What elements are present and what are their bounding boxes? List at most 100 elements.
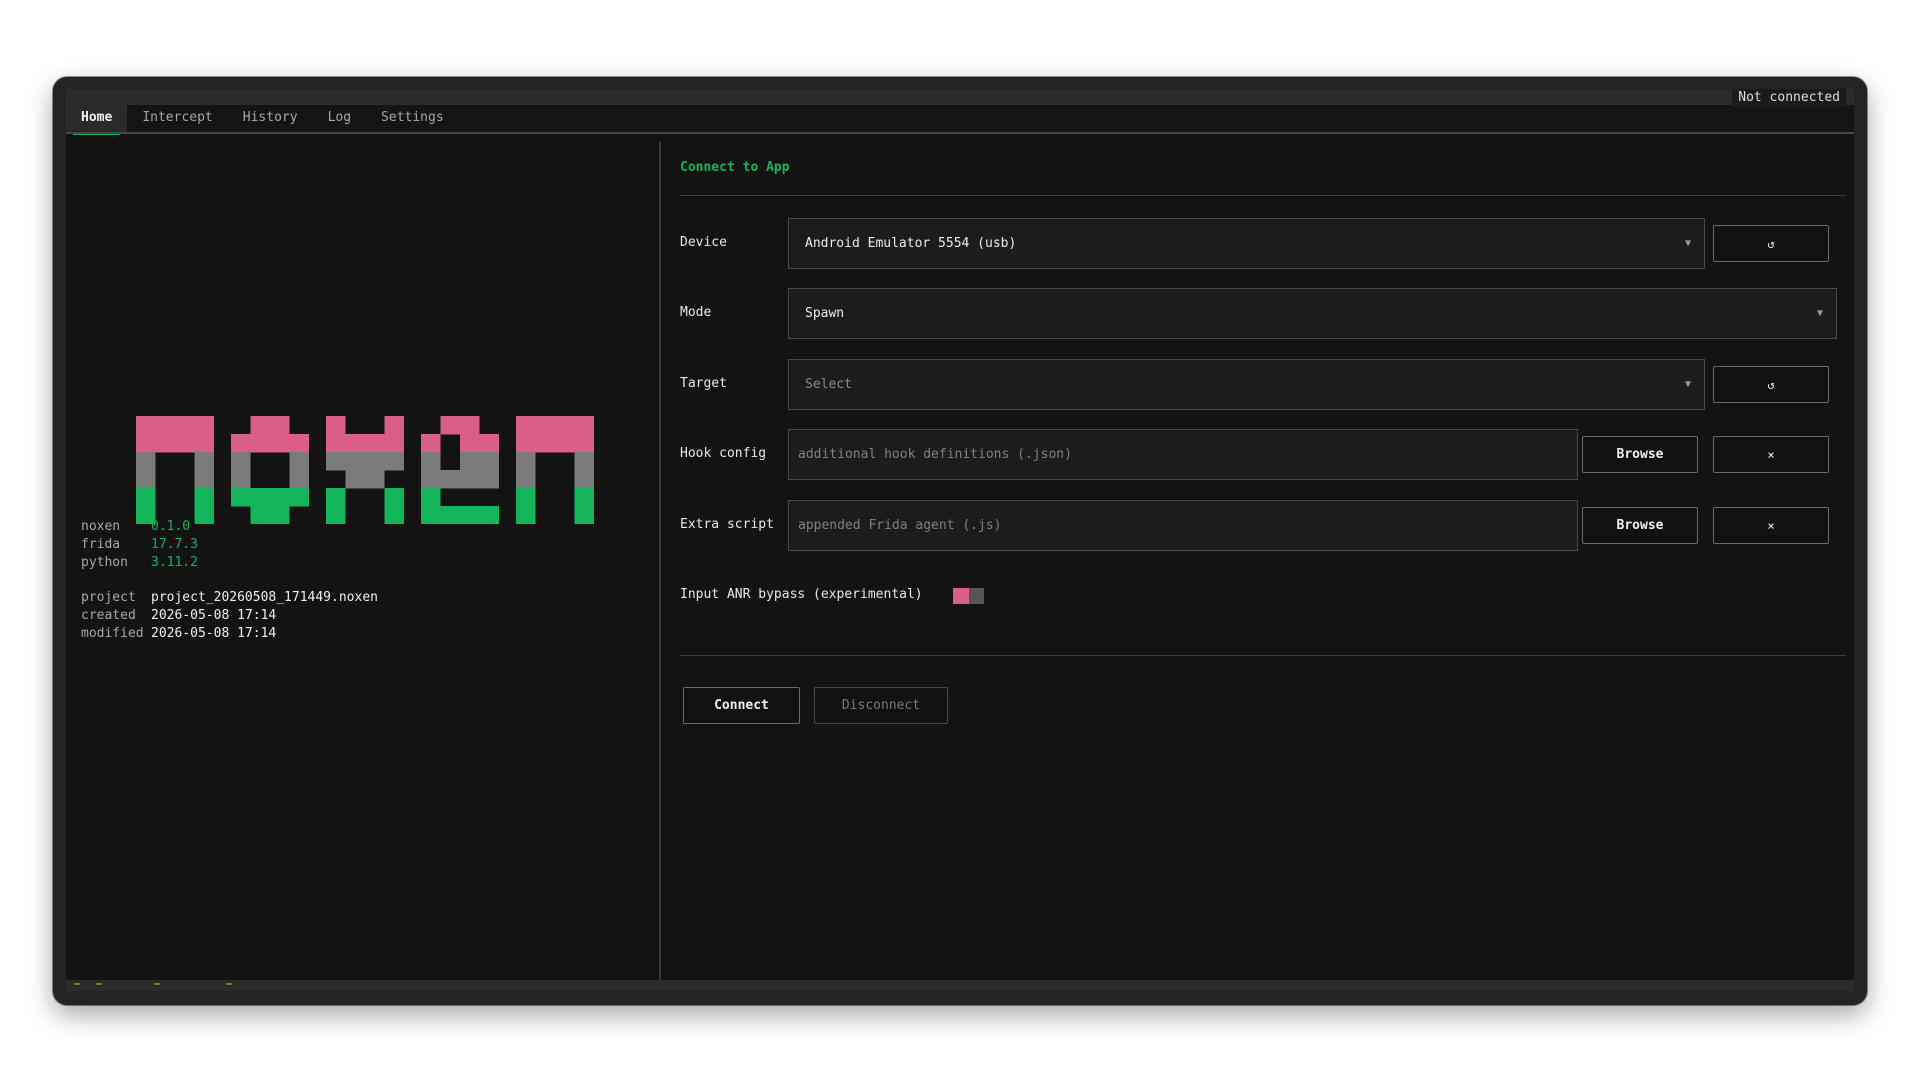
logo-pixel bbox=[384, 488, 404, 507]
logo-pixel bbox=[574, 452, 594, 471]
home-info-pane: noxen 0.1.0 frida 17.7.3 python 3.11.2 p… bbox=[66, 134, 659, 980]
info-key: created bbox=[81, 608, 136, 623]
chevron-down-icon: ▼ bbox=[1684, 238, 1691, 249]
logo-pixel bbox=[326, 416, 346, 435]
info-row-frida: frida 17.7.3 bbox=[81, 536, 378, 554]
logo-pixel bbox=[516, 416, 594, 435]
extra-script-browse-button[interactable]: Browse bbox=[1582, 507, 1698, 544]
extra-script-input[interactable] bbox=[788, 500, 1578, 551]
logo-pixel bbox=[574, 488, 594, 507]
logo-pixel bbox=[421, 488, 441, 507]
tab-log[interactable]: Log bbox=[313, 105, 366, 133]
target-value: Select bbox=[805, 377, 852, 392]
logo-pixel bbox=[136, 434, 214, 453]
logo-pixel bbox=[516, 506, 536, 524]
logo-pixel bbox=[345, 470, 385, 489]
connect-button[interactable]: Connect bbox=[683, 687, 800, 724]
logo-pixel bbox=[326, 452, 346, 471]
device-label: Device bbox=[680, 235, 727, 250]
disconnect-button[interactable]: Disconnect bbox=[814, 687, 948, 724]
logo-pixel bbox=[194, 488, 214, 507]
info-value: 2026-05-08 17:14 bbox=[151, 608, 277, 623]
logo-pixel bbox=[574, 506, 594, 524]
info-row-created: created 2026-05-08 17:14 bbox=[81, 607, 378, 625]
logo-pixel bbox=[289, 470, 309, 489]
hook-config-label: Hook config bbox=[680, 446, 767, 461]
mode-value: Spawn bbox=[805, 306, 845, 321]
title-strip bbox=[66, 89, 1854, 105]
chevron-down-icon: ▼ bbox=[1684, 379, 1691, 390]
logo-pixel bbox=[516, 488, 536, 507]
info-key: frida bbox=[81, 537, 121, 552]
info-value: 3.11.2 bbox=[151, 555, 198, 570]
info-value: 0.1.0 bbox=[151, 519, 191, 534]
info-row-modified: modified 2026-05-08 17:14 bbox=[81, 625, 378, 643]
logo-pixel bbox=[516, 470, 536, 489]
hook-config-input[interactable] bbox=[788, 429, 1578, 480]
app-window: Not connected Home Intercept History Log… bbox=[53, 77, 1867, 1005]
refresh-targets-button[interactable]: ↺ bbox=[1713, 366, 1829, 403]
logo-pixel bbox=[136, 416, 214, 435]
logo-pixel bbox=[194, 470, 214, 489]
actions-rule bbox=[680, 655, 1846, 656]
logo-pixel bbox=[194, 452, 214, 471]
info-key: modified bbox=[81, 626, 144, 641]
logo-pixel bbox=[136, 488, 156, 507]
logo-pixel bbox=[326, 488, 346, 507]
info-row-project: project project_20260508_171449.noxen bbox=[81, 589, 378, 607]
tab-history[interactable]: History bbox=[228, 105, 313, 133]
target-select[interactable]: Select ▼ bbox=[788, 359, 1705, 410]
anr-bypass-toggle[interactable] bbox=[953, 588, 984, 604]
mode-select[interactable]: Spawn ▼ bbox=[788, 288, 1837, 339]
logo-pixel bbox=[479, 434, 499, 453]
toggle-knob bbox=[953, 588, 969, 604]
connect-pane: Connect to App Device Android Emulator 5… bbox=[661, 134, 1854, 980]
logo-pixel bbox=[460, 434, 480, 453]
refresh-icon: ↺ bbox=[1767, 377, 1775, 392]
device-select[interactable]: Android Emulator 5554 (usb) ▼ bbox=[788, 218, 1705, 269]
logo-pixel bbox=[516, 452, 536, 471]
tab-intercept[interactable]: Intercept bbox=[127, 105, 227, 133]
logo-pixel bbox=[384, 416, 404, 435]
logo-pixel bbox=[479, 452, 499, 471]
logo-pixel bbox=[384, 452, 404, 471]
info-key: project bbox=[81, 590, 136, 605]
logo-pixel bbox=[250, 416, 290, 435]
tab-home[interactable]: Home bbox=[66, 105, 128, 135]
noxen-logo bbox=[136, 416, 594, 524]
logo-pixel bbox=[516, 434, 594, 453]
info-key: python bbox=[81, 555, 128, 570]
info-value: 17.7.3 bbox=[151, 537, 198, 552]
logo-pixel bbox=[440, 470, 499, 489]
hook-config-browse-button[interactable]: Browse bbox=[1582, 436, 1698, 473]
logo-pixel bbox=[384, 506, 404, 524]
logo-pixel bbox=[231, 470, 251, 489]
chevron-down-icon: ▼ bbox=[1816, 308, 1823, 319]
top-bar: Not connected Home Intercept History Log… bbox=[66, 89, 1854, 135]
refresh-icon: ↺ bbox=[1767, 236, 1775, 251]
logo-pixel bbox=[136, 452, 156, 471]
logo-pixel bbox=[421, 434, 441, 453]
section-title: Connect to App bbox=[680, 160, 790, 175]
info-value: project_20260508_171449.noxen bbox=[151, 590, 378, 605]
logo-pixel bbox=[289, 452, 309, 471]
anr-bypass-label: Input ANR bypass (experimental) bbox=[680, 587, 923, 602]
tab-settings[interactable]: Settings bbox=[366, 105, 459, 133]
logo-pixel bbox=[326, 434, 404, 453]
section-rule bbox=[680, 195, 1846, 196]
logo-pixel bbox=[421, 470, 441, 489]
mode-label: Mode bbox=[680, 305, 712, 320]
info-value: 2026-05-08 17:14 bbox=[151, 626, 277, 641]
extra-script-label: Extra script bbox=[680, 517, 774, 532]
refresh-devices-button[interactable]: ↺ bbox=[1713, 225, 1829, 262]
hook-config-clear-button[interactable]: × bbox=[1713, 436, 1829, 473]
extra-script-clear-button[interactable]: × bbox=[1713, 507, 1829, 544]
version-info: noxen 0.1.0 frida 17.7.3 python 3.11.2 p… bbox=[81, 518, 378, 643]
info-key: noxen bbox=[81, 519, 121, 534]
logo-pixel bbox=[421, 506, 441, 524]
device-value: Android Emulator 5554 (usb) bbox=[805, 236, 1017, 251]
close-icon: × bbox=[1767, 447, 1775, 462]
logo-pixel bbox=[440, 416, 480, 435]
logo-pixel bbox=[460, 452, 480, 471]
info-row-noxen: noxen 0.1.0 bbox=[81, 518, 378, 536]
